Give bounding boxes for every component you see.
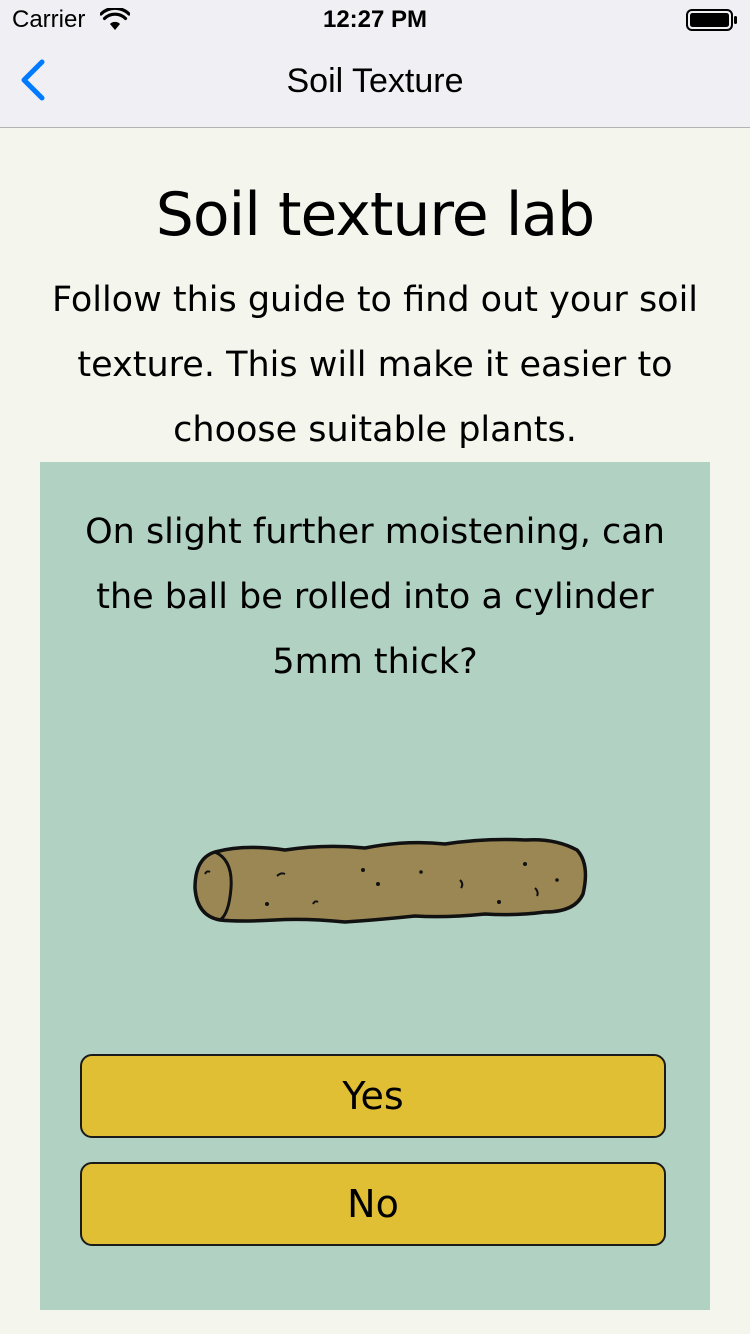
question-card: On slight further moistening, can the ba…: [40, 462, 710, 1310]
yes-button[interactable]: Yes: [80, 1054, 666, 1138]
intro-text: Follow this guide to find out your soil …: [51, 280, 699, 450]
no-button[interactable]: No: [80, 1162, 666, 1246]
page-title: Soil texture lab: [155, 180, 596, 250]
status-bar: Carrier 12:27 PM: [0, 0, 750, 40]
navigation-bar: Soil Texture: [0, 40, 750, 128]
question-text: On slight further moistening, can the ba…: [85, 512, 665, 682]
battery-icon: [686, 9, 737, 31]
clock: 12:27 PM: [322, 6, 428, 33]
soil-cylinder-illustration: [193, 837, 588, 924]
nav-title: Soil Texture: [286, 62, 464, 100]
